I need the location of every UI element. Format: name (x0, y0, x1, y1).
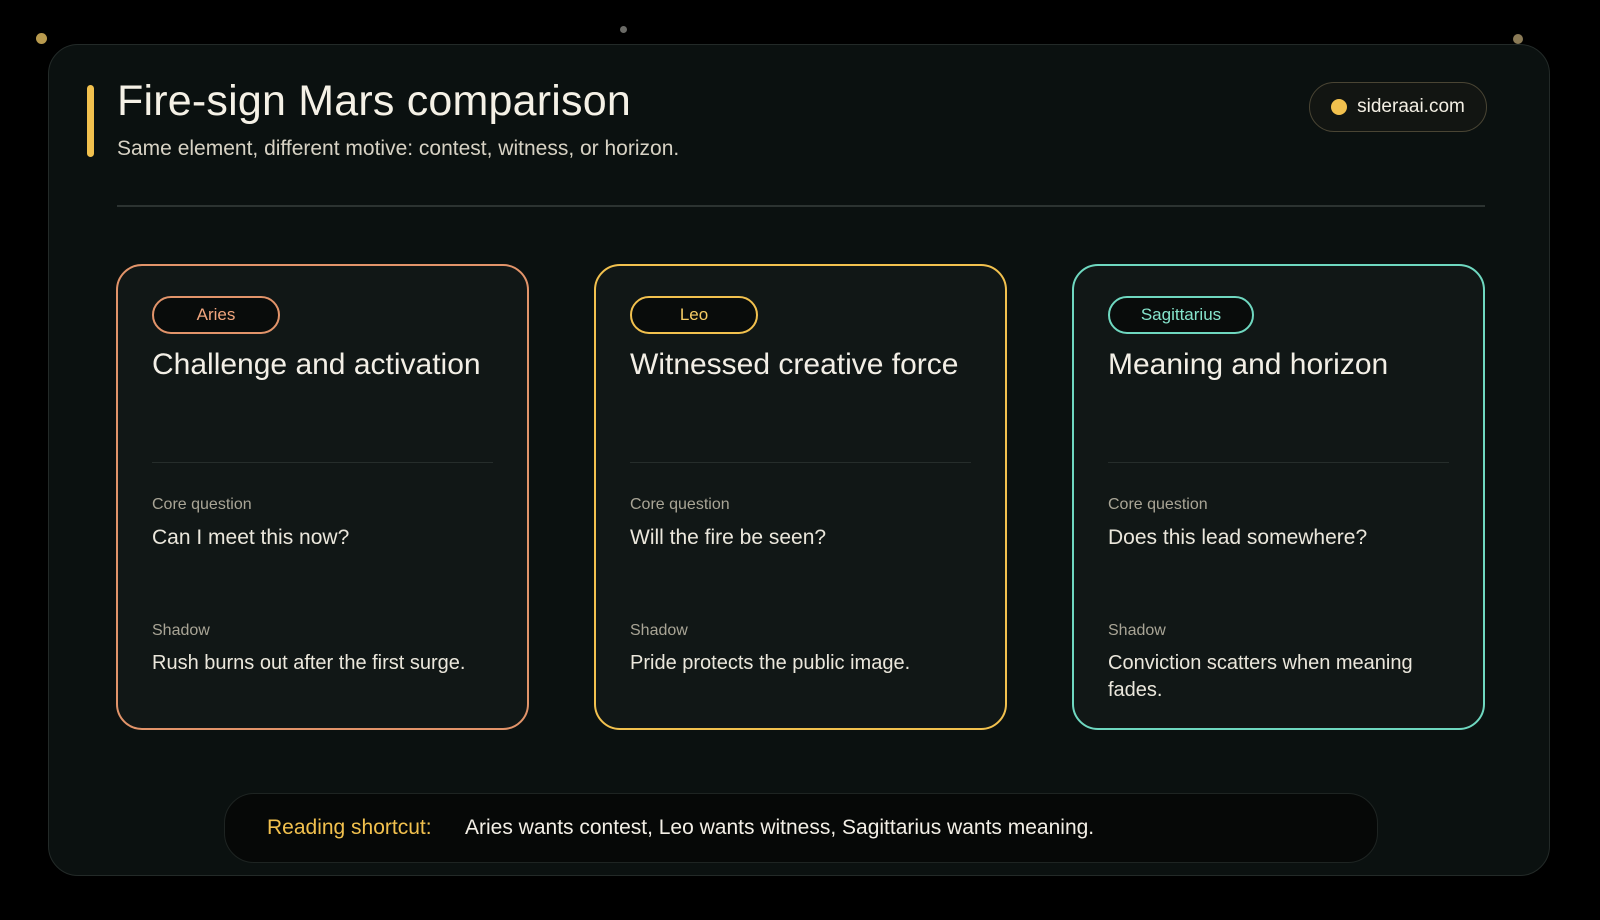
shadow-value: Rush burns out after the first surge. (152, 652, 466, 674)
core-question-label: Core question (152, 496, 252, 513)
core-question-value: Can I meet this now? (152, 526, 350, 549)
core-question-label: Core question (630, 496, 730, 513)
card-divider (1108, 462, 1449, 463)
card-title: Witnessed creative force (630, 348, 959, 381)
card-sagittarius: Sagittarius Meaning and horizon Core que… (1072, 264, 1485, 730)
shadow-label: Shadow (152, 622, 210, 639)
core-question-label: Core question (1108, 496, 1208, 513)
shortcut-label: Reading shortcut: (267, 816, 432, 839)
reading-shortcut-banner: Reading shortcut: Aries wants contest, L… (224, 793, 1378, 863)
page-subtitle: Same element, different motive: contest,… (117, 137, 680, 160)
decorative-dot (620, 26, 627, 33)
shadow-label: Shadow (630, 622, 688, 639)
page-title: Fire-sign Mars comparison (117, 77, 631, 125)
site-badge[interactable]: sideraai.com (1309, 82, 1487, 132)
decorative-dot (36, 33, 47, 44)
core-question-value: Does this lead somewhere? (1108, 526, 1368, 549)
slide-frame: Fire-sign Mars comparison Same element, … (48, 44, 1550, 876)
shadow-label: Shadow (1108, 622, 1166, 639)
shadow-value: Conviction scatters when meaning fades. (1108, 652, 1413, 701)
site-label: sideraai.com (1357, 96, 1465, 117)
header-divider (117, 205, 1485, 207)
sign-tag-aries: Aries (152, 296, 280, 334)
decorative-dot (1513, 34, 1523, 44)
status-dot-icon (1331, 99, 1348, 115)
title-accent-bar (87, 85, 94, 157)
card-title: Challenge and activation (152, 348, 481, 381)
card-leo: Leo Witnessed creative force Core questi… (594, 264, 1007, 730)
sign-tag-leo: Leo (630, 296, 758, 334)
card-aries: Aries Challenge and activation Core ques… (116, 264, 529, 730)
card-divider (152, 462, 493, 463)
shortcut-text: Aries wants contest, Leo wants witness, … (465, 816, 1095, 839)
card-divider (630, 462, 971, 463)
card-title: Meaning and horizon (1108, 348, 1389, 381)
core-question-value: Will the fire be seen? (630, 526, 827, 549)
shadow-value: Pride protects the public image. (630, 652, 911, 674)
sign-tag-sagittarius: Sagittarius (1108, 296, 1254, 334)
